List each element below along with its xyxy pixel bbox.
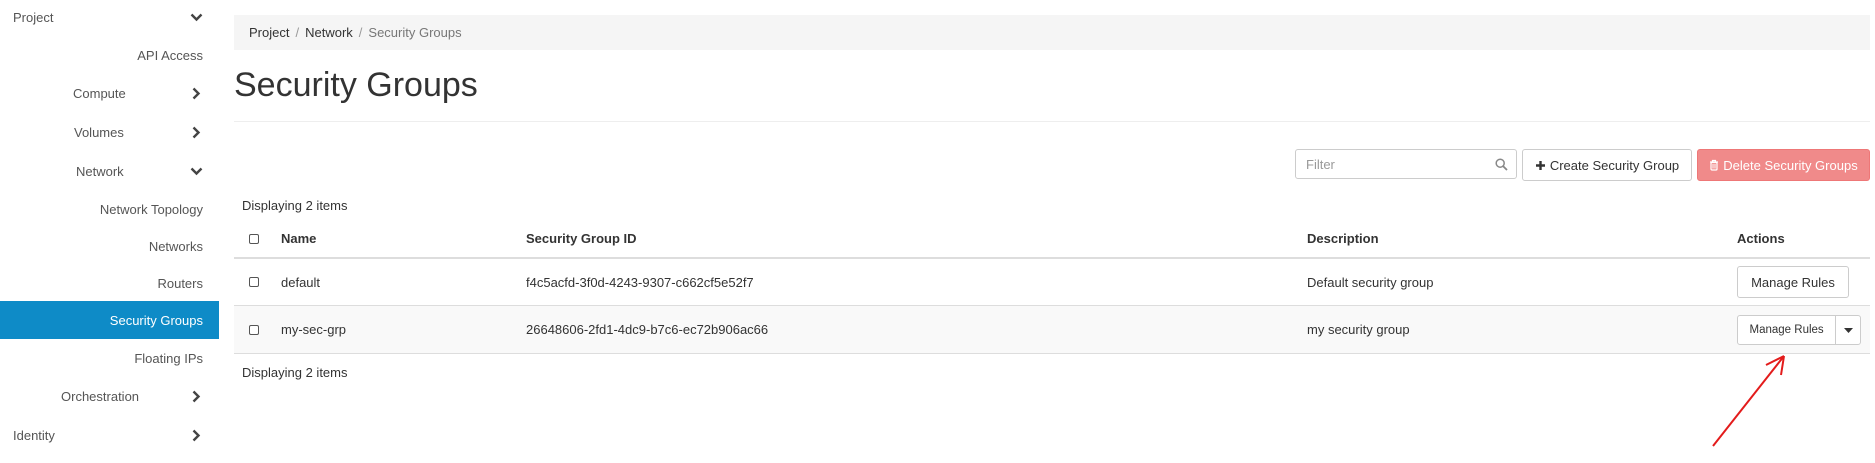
sidebar-item-label: Volumes xyxy=(74,124,124,140)
manage-rules-button[interactable]: Manage Rules xyxy=(1737,266,1849,298)
sidebar-item-label: Routers xyxy=(157,275,203,291)
breadcrumb-separator: / xyxy=(358,25,363,40)
sidebar-item-project[interactable]: Project xyxy=(0,0,219,34)
breadcrumb-current: Security Groups xyxy=(368,25,462,40)
row-description: Default security group xyxy=(1307,274,1434,290)
chevron-down-icon xyxy=(189,164,203,178)
row-select-cell xyxy=(249,306,259,353)
sidebar-item-floating-ips[interactable]: Floating IPs xyxy=(0,341,219,375)
search-icon[interactable] xyxy=(1495,158,1508,174)
sidebar-item-identity[interactable]: Identity xyxy=(0,418,219,452)
breadcrumb-separator: / xyxy=(295,25,300,40)
column-header-description[interactable]: Description xyxy=(1307,220,1379,257)
displaying-count-top: Displaying 2 items xyxy=(242,198,348,213)
sidebar-item-label: Project xyxy=(13,9,54,25)
row-checkbox[interactable] xyxy=(249,277,259,287)
breadcrumb-network-link[interactable]: Network xyxy=(305,25,353,40)
trash-icon xyxy=(1709,159,1719,171)
delete-security-groups-label: Delete Security Groups xyxy=(1723,157,1858,173)
sidebar-item-label: Network Topology xyxy=(99,201,203,217)
row-checkbox[interactable] xyxy=(249,324,259,335)
column-header-security-group-id[interactable]: Security Group ID xyxy=(526,220,637,257)
sidebar-item-label: Network xyxy=(76,163,124,179)
sidebar-item-network[interactable]: Network xyxy=(0,154,219,188)
table-row: default f4c5acfd-3f0d-4243-9307-c662cf5e… xyxy=(234,259,1870,306)
sidebar-item-api-access[interactable]: API Access xyxy=(0,38,219,72)
table-row: my-sec-grp 26648606-2fd1-4dc9-b7c6-ec72b… xyxy=(234,306,1870,354)
row-security-group-id: f4c5acfd-3f0d-4243-9307-c662cf5e52f7 xyxy=(526,274,754,290)
sidebar-item-label: Orchestration xyxy=(61,388,140,404)
sidebar-item-compute[interactable]: Compute xyxy=(0,76,219,110)
create-security-group-label: Create Security Group xyxy=(1549,157,1680,173)
chevron-right-icon xyxy=(189,389,203,403)
title-divider xyxy=(234,121,1870,122)
chevron-right-icon xyxy=(189,428,203,442)
sidebar-item-routers[interactable]: Routers xyxy=(0,266,219,300)
displaying-count-bottom: Displaying 2 items xyxy=(242,365,348,380)
caret-down-icon[interactable] xyxy=(1836,316,1860,344)
create-security-group-button[interactable]: Create Security Group xyxy=(1522,149,1692,181)
filter-field[interactable] xyxy=(1295,149,1517,179)
breadcrumb: Project / Network / Security Groups xyxy=(234,15,1870,50)
chevron-down-icon xyxy=(189,10,203,24)
delete-security-groups-button[interactable]: Delete Security Groups xyxy=(1697,149,1870,181)
manage-rules-split-button: Manage Rules xyxy=(1737,315,1861,345)
sidebar-item-security-groups[interactable]: Security Groups xyxy=(0,301,219,339)
breadcrumb-project-link[interactable]: Project xyxy=(249,25,289,40)
chevron-right-icon xyxy=(189,86,203,100)
row-name: default xyxy=(281,274,321,290)
select-all-checkbox[interactable] xyxy=(249,233,259,244)
sidebar-item-label: Floating IPs xyxy=(134,350,203,366)
filter-input[interactable] xyxy=(1296,150,1496,178)
select-all-cell xyxy=(249,220,259,257)
plus-icon xyxy=(1535,160,1546,171)
sidebar-item-label: API Access xyxy=(137,47,203,63)
column-header-name[interactable]: Name xyxy=(281,220,316,257)
page-title: Security Groups xyxy=(234,66,478,104)
sidebar-item-volumes[interactable]: Volumes xyxy=(0,115,219,149)
sidebar-item-network-topology[interactable]: Network Topology xyxy=(0,192,219,226)
sidebar: Project API Access Compute Volumes Netwo… xyxy=(0,0,219,463)
sidebar-item-label: Compute xyxy=(73,85,126,101)
row-description: my security group xyxy=(1307,322,1410,337)
chevron-right-icon xyxy=(189,125,203,139)
sidebar-item-label: Security Groups xyxy=(109,312,203,328)
row-name: my-sec-grp xyxy=(281,322,347,337)
row-select-cell xyxy=(249,259,259,305)
sidebar-item-label: Identity xyxy=(13,427,55,443)
manage-rules-label: Manage Rules xyxy=(1751,274,1835,290)
row-security-group-id: 26648606-2fd1-4dc9-b7c6-ec72b906ac66 xyxy=(526,322,769,337)
column-header-actions: Actions xyxy=(1737,231,1785,246)
table-header-row: Name Security Group ID Description Actio… xyxy=(234,220,1870,259)
sidebar-item-label: Networks xyxy=(148,238,203,254)
sidebar-item-orchestration[interactable]: Orchestration xyxy=(0,379,219,413)
manage-rules-button[interactable]: Manage Rules xyxy=(1738,316,1837,344)
sidebar-item-networks[interactable]: Networks xyxy=(0,229,219,263)
